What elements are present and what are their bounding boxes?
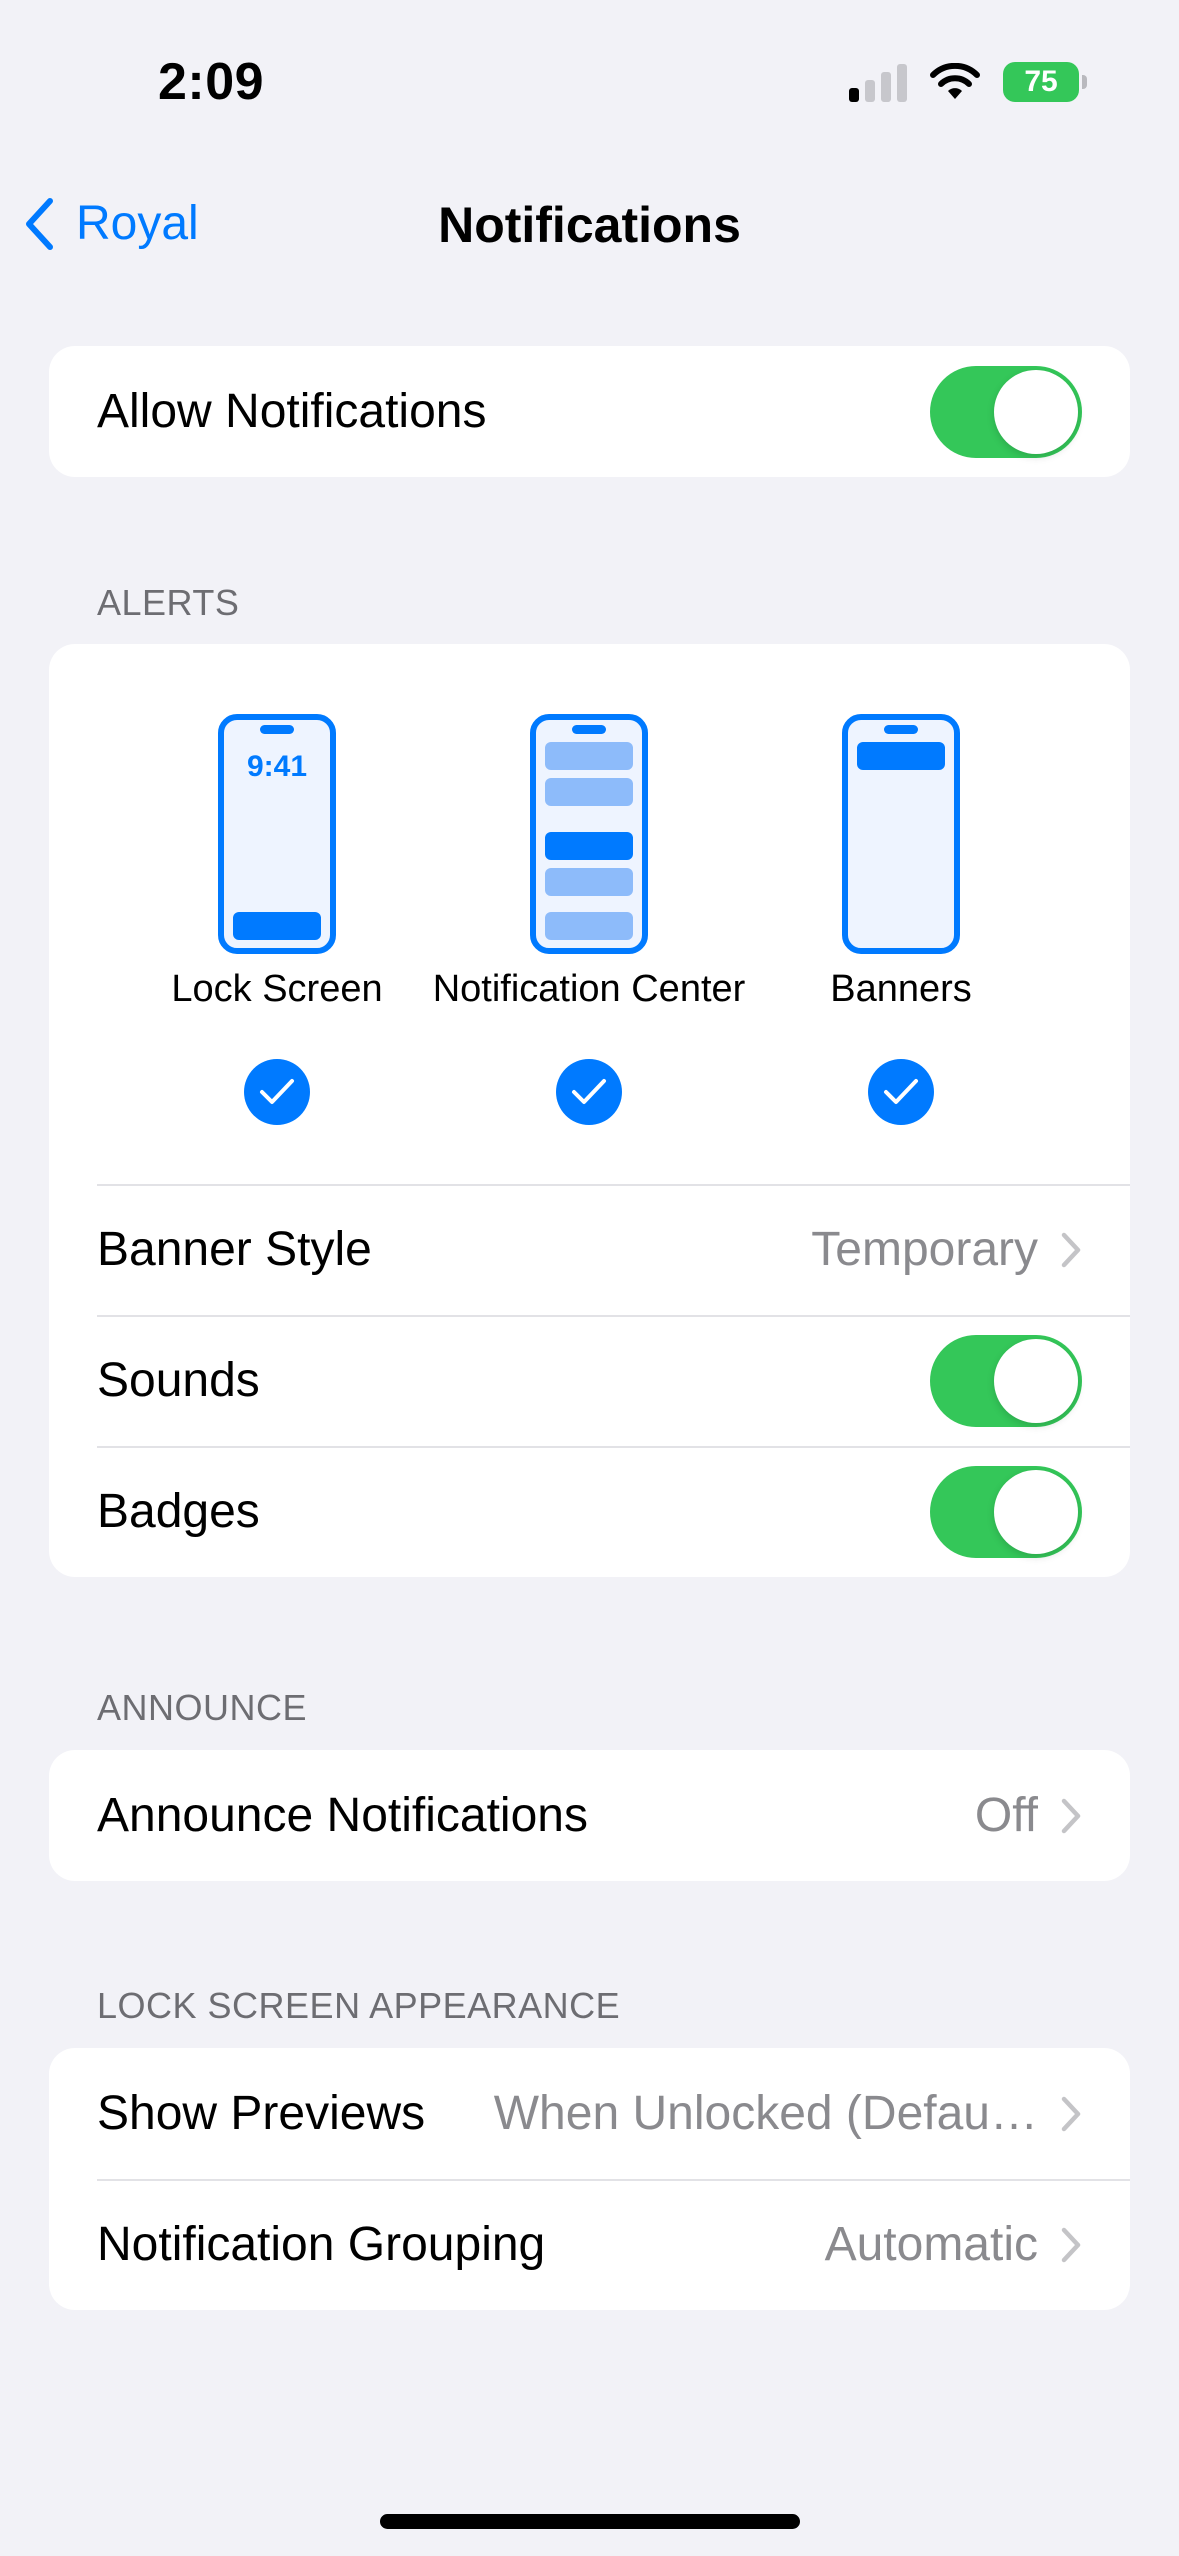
allow-notifications-toggle[interactable] <box>930 365 1082 458</box>
announce-notifications-row[interactable]: Announce Notifications Off <box>49 1750 1130 1881</box>
status-icons: 75 <box>849 62 1087 102</box>
alert-option-lock-screen[interactable]: 9:41 Lock Screen <box>97 644 457 1125</box>
lock-screen-appearance-group: Show Previews When Unlocked (Defau… Noti… <box>49 2048 1130 2310</box>
notification-center-checkmark-icon <box>556 1059 622 1125</box>
badges-row: Badges <box>49 1446 1130 1577</box>
banners-checkmark-icon <box>868 1059 934 1125</box>
announce-section-header: ANNOUNCE <box>97 1687 308 1728</box>
badges-toggle[interactable] <box>930 1465 1082 1558</box>
alert-option-label: Notification Center <box>432 968 746 1010</box>
chevron-right-icon <box>1061 2096 1081 2131</box>
chevron-right-icon <box>1061 1232 1081 1267</box>
lock-screen-phone-icon: 9:41 <box>218 714 336 954</box>
status-time: 2:09 <box>158 53 265 111</box>
notification-grouping-label: Notification Grouping <box>97 2218 546 2271</box>
alert-option-label: Banners <box>830 968 972 1010</box>
show-previews-row[interactable]: Show Previews When Unlocked (Defau… <box>49 2048 1130 2179</box>
allow-notifications-group: Allow Notifications <box>49 346 1130 477</box>
sounds-label: Sounds <box>97 1354 260 1407</box>
notification-center-phone-icon <box>530 714 648 954</box>
banner-style-value: Temporary <box>811 1223 1038 1276</box>
badges-label: Badges <box>97 1485 260 1538</box>
alerts-section-header: ALERTS <box>97 582 240 623</box>
battery-level: 75 <box>1024 65 1058 98</box>
announce-notifications-value: Off <box>974 1789 1038 1842</box>
notification-grouping-row[interactable]: Notification Grouping Automatic <box>49 2179 1130 2310</box>
lock-screen-checkmark-icon <box>244 1059 310 1125</box>
announce-group: Announce Notifications Off <box>49 1750 1130 1881</box>
battery-icon: 75 <box>1003 62 1087 102</box>
cellular-signal-icon <box>849 62 907 102</box>
show-previews-label: Show Previews <box>97 2087 426 2140</box>
chevron-right-icon <box>1061 2227 1081 2262</box>
notification-grouping-value: Automatic <box>824 2218 1038 2271</box>
sounds-toggle[interactable] <box>930 1334 1082 1427</box>
sounds-row: Sounds <box>49 1315 1130 1446</box>
banners-phone-icon <box>842 714 960 954</box>
allow-notifications-label: Allow Notifications <box>97 385 487 438</box>
alerts-group: 9:41 Lock Screen Notification Center Ban… <box>49 644 1130 1577</box>
page-title: Notifications <box>438 197 741 253</box>
lock-screen-time: 9:41 <box>247 750 307 783</box>
banner-style-label: Banner Style <box>97 1223 372 1276</box>
notifications-settings-screen: 2:09 75 Royal Notifications Allow Notifi… <box>0 0 1179 2556</box>
alert-option-label: Lock Screen <box>171 968 383 1010</box>
show-previews-value: When Unlocked (Defau… <box>493 2087 1038 2140</box>
allow-notifications-row: Allow Notifications <box>49 346 1130 477</box>
home-indicator[interactable] <box>380 2514 800 2529</box>
wifi-icon <box>930 63 980 99</box>
alert-option-banners[interactable]: Banners <box>721 644 1081 1125</box>
alert-styles: 9:41 Lock Screen Notification Center Ban… <box>49 644 1130 1184</box>
alert-option-notification-center[interactable]: Notification Center <box>409 644 769 1125</box>
announce-notifications-label: Announce Notifications <box>97 1789 588 1842</box>
lock-screen-appearance-section-header: LOCK SCREEN APPEARANCE <box>97 1985 621 2026</box>
chevron-right-icon <box>1061 1798 1081 1833</box>
banner-style-row[interactable]: Banner Style Temporary <box>49 1184 1130 1315</box>
